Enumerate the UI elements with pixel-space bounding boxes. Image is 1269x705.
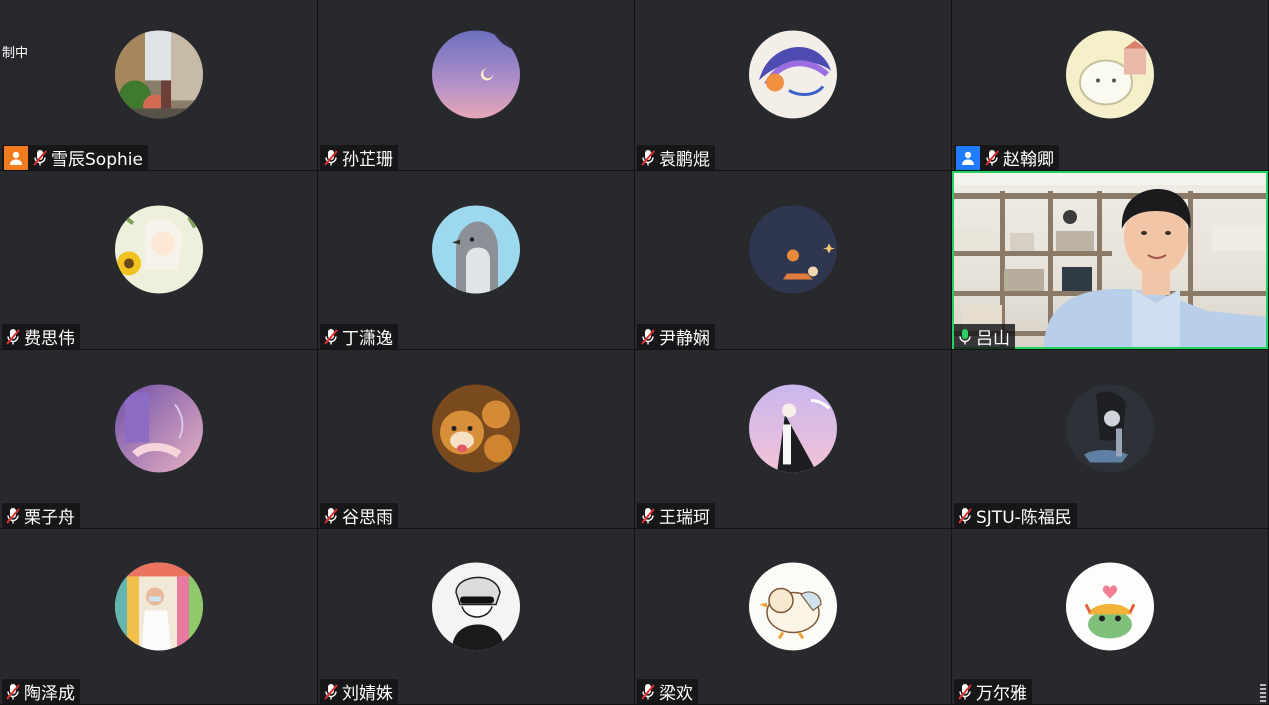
mic-muted-icon — [958, 683, 972, 700]
mic-muted-icon — [641, 507, 655, 524]
participant-name: 栗子舟 — [24, 508, 75, 528]
participant-tile[interactable]: 谷思雨 — [318, 350, 634, 528]
participant-name: 梁欢 — [659, 684, 693, 704]
mic-muted-icon — [641, 149, 655, 166]
resize-grip-icon[interactable] — [1260, 684, 1266, 702]
participant-avatar — [749, 561, 837, 650]
mic-muted-icon — [6, 507, 20, 524]
recording-label: 制中 — [2, 45, 29, 61]
participant-avatar — [1066, 561, 1154, 650]
mic-muted-icon — [6, 683, 20, 700]
participant-nameplate: 雪辰Sophie — [2, 145, 148, 170]
participant-name: 刘婧姝 — [342, 684, 393, 704]
participant-avatar — [432, 561, 520, 650]
participant-name: 费思伟 — [24, 329, 75, 349]
participant-avatar — [749, 30, 837, 119]
mic-muted-icon — [6, 328, 20, 345]
participant-name: 谷思雨 — [342, 508, 393, 528]
mic-muted-icon — [641, 328, 655, 345]
participant-nameplate: 赵翰卿 — [954, 145, 1059, 170]
participant-avatar — [432, 205, 520, 294]
participant-nameplate: 梁欢 — [637, 679, 698, 704]
participant-avatar — [114, 205, 203, 294]
participant-tile[interactable]: 栗子舟 — [0, 350, 317, 528]
mic-muted-icon — [985, 149, 999, 166]
participant-tile[interactable]: 费思伟 — [0, 171, 317, 349]
recording-indicator: 制中 — [0, 36, 39, 66]
participant-tile[interactable]: 陶泽成 — [0, 529, 317, 704]
participant-nameplate: 陶泽成 — [2, 679, 80, 704]
participant-tile[interactable]: 刘婧姝 — [318, 529, 634, 704]
participant-nameplate: 费思伟 — [2, 324, 80, 349]
participant-avatar — [114, 30, 203, 119]
host-badge-icon — [4, 145, 28, 170]
participant-avatar — [114, 384, 203, 473]
participant-name: 万尔雅 — [976, 684, 1027, 704]
mic-muted-icon — [324, 507, 338, 524]
mic-active-icon — [959, 328, 971, 344]
participant-nameplate: 万尔雅 — [954, 679, 1032, 704]
participant-nameplate: 袁鹏焜 — [637, 145, 715, 170]
participant-avatar — [432, 30, 520, 119]
participant-name: 王瑞珂 — [659, 508, 710, 528]
participant-name: 陶泽成 — [24, 684, 75, 704]
mic-muted-icon — [324, 328, 338, 345]
participant-avatar — [749, 384, 837, 473]
participant-tile[interactable]: 赵翰卿 — [952, 0, 1268, 170]
mic-muted-icon — [958, 507, 972, 524]
participant-tile[interactable]: 尹静娴 — [635, 171, 951, 349]
participant-name: 尹静娴 — [659, 329, 710, 349]
participant-nameplate: 尹静娴 — [637, 324, 715, 349]
participant-name: SJTU-陈福民 — [976, 508, 1072, 528]
participant-name: 袁鹏焜 — [659, 150, 710, 170]
participant-avatar — [1066, 384, 1154, 473]
participant-name: 吕山 — [976, 329, 1010, 349]
participant-name: 丁潇逸 — [342, 329, 393, 349]
participant-name: 赵翰卿 — [1003, 150, 1054, 170]
participant-name: 孙芷珊 — [342, 150, 393, 170]
video-grid: 制中 雪辰Sophie 孙芷珊 袁鹏焜 赵翰卿 费思伟 丁潇逸 尹静娴 吕山 栗… — [0, 0, 1269, 705]
mic-muted-icon — [324, 683, 338, 700]
participant-name: 雪辰Sophie — [51, 150, 143, 170]
participant-avatar — [1066, 30, 1154, 119]
mic-muted-icon — [324, 149, 338, 166]
participant-tile[interactable]: 王瑞珂 — [635, 350, 951, 528]
participant-nameplate: 谷思雨 — [320, 503, 398, 528]
participant-tile[interactable]: SJTU-陈福民 — [952, 350, 1268, 528]
participant-avatar — [749, 205, 837, 294]
participant-avatar — [114, 561, 203, 650]
participant-tile-active-speaker[interactable]: 吕山 — [952, 171, 1268, 349]
mic-muted-icon — [33, 149, 47, 166]
participant-nameplate: 王瑞珂 — [637, 503, 715, 528]
participant-nameplate: 刘婧姝 — [320, 679, 398, 704]
participant-avatar — [432, 384, 520, 473]
participant-nameplate: 孙芷珊 — [320, 145, 398, 170]
participant-nameplate: 栗子舟 — [2, 503, 80, 528]
participant-tile[interactable]: 梁欢 — [635, 529, 951, 704]
participant-nameplate: 吕山 — [954, 324, 1015, 349]
cohost-badge-icon — [956, 145, 980, 170]
participant-tile[interactable]: 制中 雪辰Sophie — [0, 0, 317, 170]
participant-tile[interactable]: 袁鹏焜 — [635, 0, 951, 170]
mic-muted-icon — [641, 683, 655, 700]
participant-nameplate: 丁潇逸 — [320, 324, 398, 349]
participant-tile[interactable]: 万尔雅 — [952, 529, 1268, 704]
participant-video-feed — [952, 171, 1268, 349]
participant-tile[interactable]: 丁潇逸 — [318, 171, 634, 349]
participant-tile[interactable]: 孙芷珊 — [318, 0, 634, 170]
participant-nameplate: SJTU-陈福民 — [954, 503, 1077, 528]
